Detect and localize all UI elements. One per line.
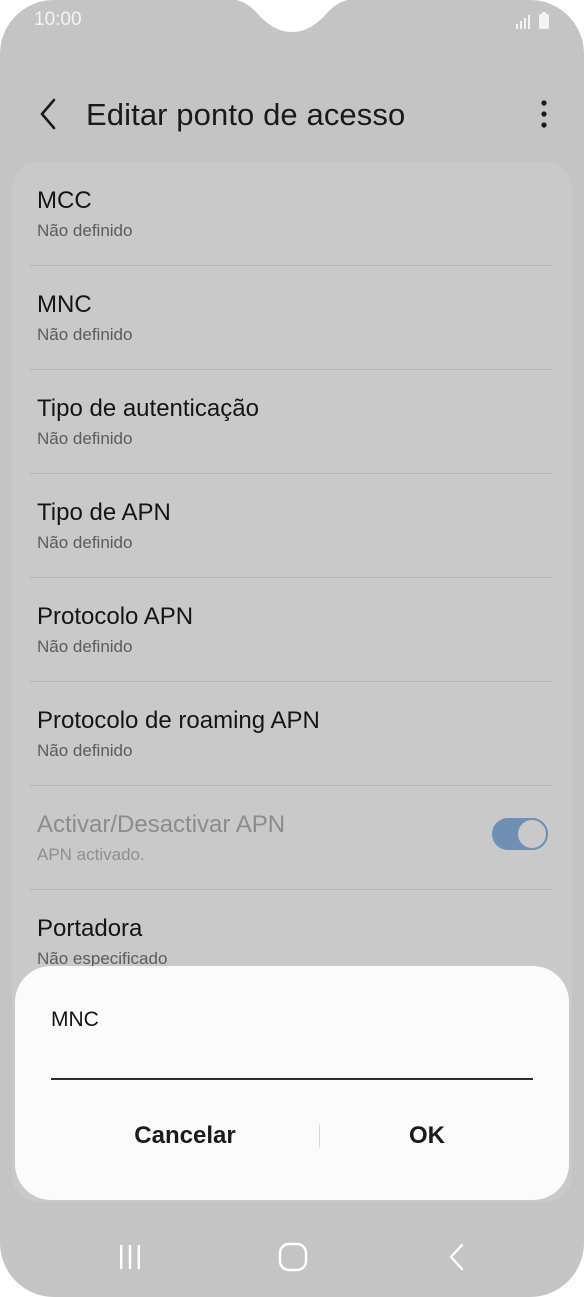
setting-item-apn-type[interactable]: Tipo de APN Não definido	[30, 474, 552, 578]
mnc-input[interactable]	[51, 1046, 533, 1080]
setting-title: Tipo de autenticação	[37, 395, 259, 422]
setting-item-roaming-protocol[interactable]: Protocolo de roaming APN Não definido	[30, 682, 552, 786]
setting-value: Não definido	[37, 741, 133, 760]
setting-value: Não definido	[37, 325, 133, 344]
back-nav-button[interactable]	[427, 1232, 487, 1282]
setting-value: APN activado.	[37, 845, 145, 864]
setting-value: Não definido	[37, 429, 133, 448]
back-button[interactable]	[30, 94, 66, 134]
dialog-title: MNC	[51, 1008, 99, 1031]
setting-title: Portadora	[37, 915, 143, 942]
setting-title: Protocolo de roaming APN	[37, 707, 320, 734]
setting-title: Activar/Desactivar APN	[37, 811, 286, 838]
setting-value: Não definido	[37, 637, 133, 656]
status-time: 10:00	[34, 9, 82, 30]
setting-title: MNC	[37, 291, 92, 318]
more-vertical-icon	[541, 100, 547, 128]
home-icon	[278, 1242, 308, 1272]
back-nav-icon	[449, 1243, 464, 1271]
chevron-left-icon	[40, 98, 56, 130]
page-title: Editar ponto de acesso	[86, 97, 406, 132]
setting-item-apn-protocol[interactable]: Protocolo APN Não definido	[30, 578, 552, 682]
navigation-bar	[0, 1222, 584, 1297]
setting-title: Tipo de APN	[37, 499, 171, 526]
setting-title: MCC	[37, 187, 92, 214]
recents-icon	[120, 1245, 140, 1269]
setting-item-auth-type[interactable]: Tipo de autenticação Não definido	[30, 370, 552, 474]
app-bar: Editar ponto de acesso	[0, 80, 584, 150]
camera-notch	[236, 0, 348, 32]
setting-value: Não definido	[37, 221, 133, 240]
setting-item-mcc[interactable]: MCC Não definido	[30, 162, 552, 266]
setting-item-mnc[interactable]: MNC Não definido	[30, 266, 552, 370]
switch-knob	[516, 818, 548, 850]
phone-screen: 10:00 Editar ponto de acesso MCC Não def…	[0, 0, 584, 1297]
ok-button[interactable]: OK	[302, 1108, 552, 1164]
setting-value: Não definido	[37, 533, 133, 552]
signal-battery-icon	[516, 12, 549, 29]
more-options-button[interactable]	[534, 94, 554, 134]
mnc-dialog: MNC Cancelar OK	[15, 966, 569, 1200]
recents-button[interactable]	[100, 1232, 160, 1282]
cancel-button[interactable]: Cancelar	[60, 1108, 310, 1164]
apn-enable-switch[interactable]	[492, 818, 548, 850]
setting-item-apn-toggle[interactable]: Activar/Desactivar APN APN activado.	[30, 786, 552, 890]
home-button[interactable]	[263, 1232, 323, 1282]
status-bar: 10:00	[0, 0, 584, 42]
setting-title: Protocolo APN	[37, 603, 194, 630]
